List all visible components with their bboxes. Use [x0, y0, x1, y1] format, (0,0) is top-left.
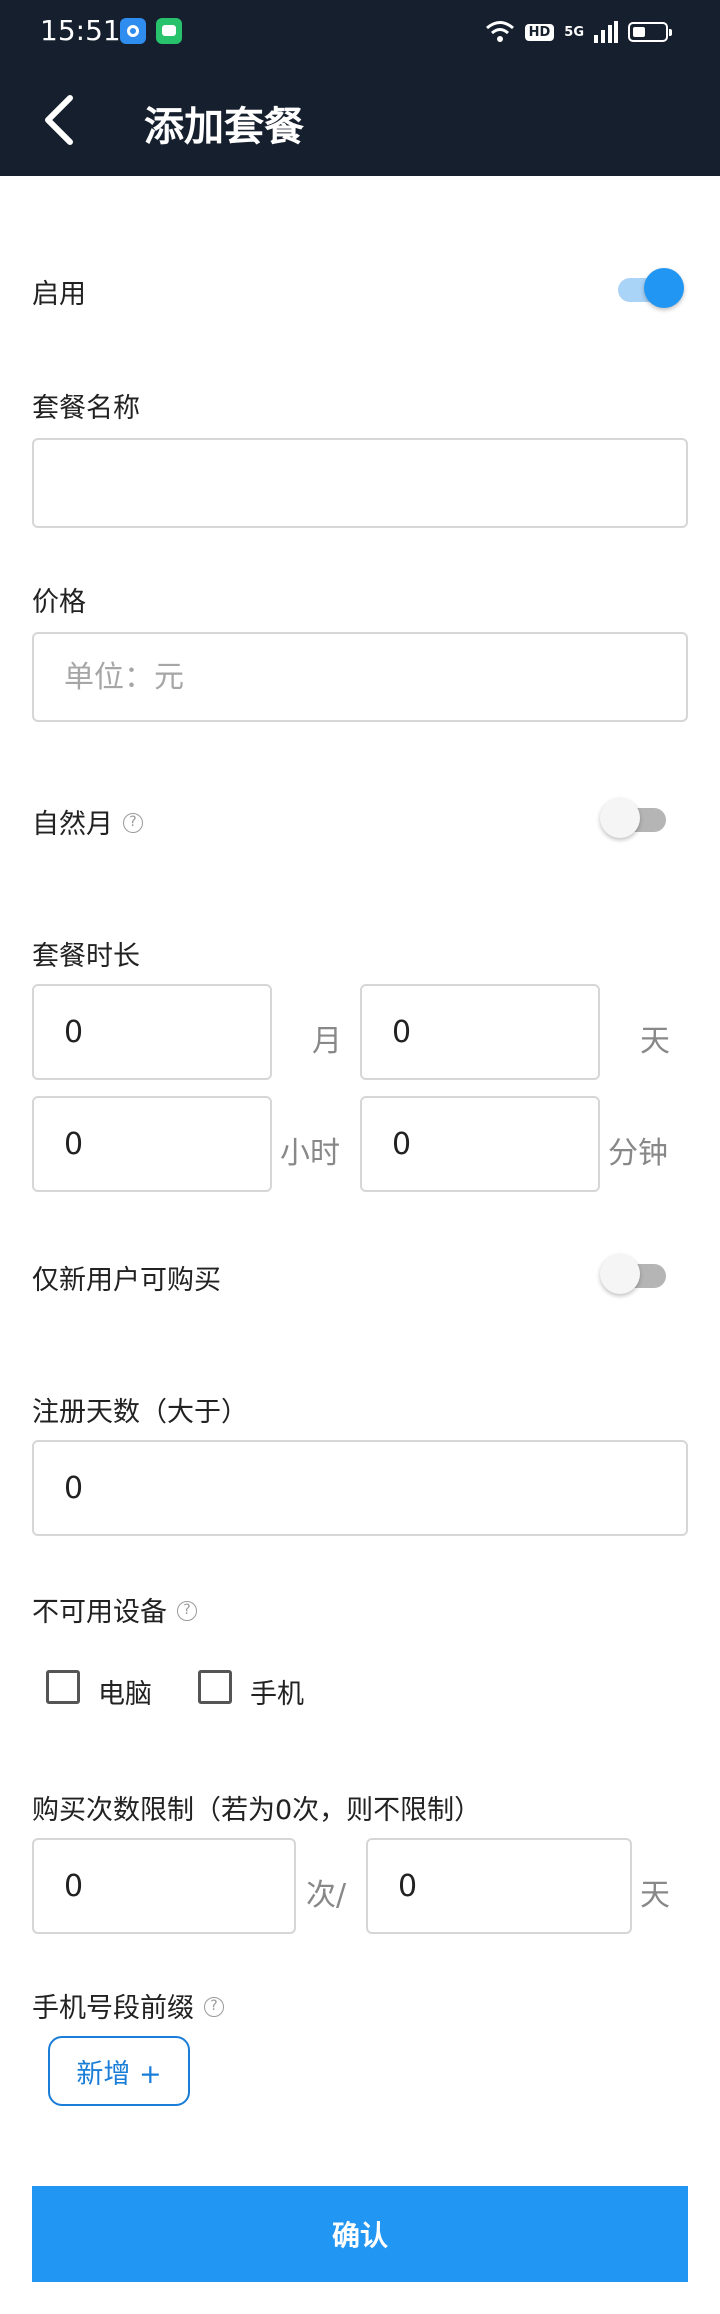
checkbox-phone-label: 手机 [250, 1679, 304, 1710]
checkbox-computer[interactable] [46, 1670, 80, 1704]
hd-badge: HD [524, 23, 555, 41]
page-title: 添加套餐 [144, 104, 304, 150]
natural-month-label: 自然月? [32, 802, 143, 841]
signal-icon [594, 21, 618, 43]
battery-icon [628, 22, 672, 42]
package-name-input[interactable] [32, 438, 688, 528]
price-input[interactable] [32, 632, 688, 722]
app-bar: 添加套餐 [0, 64, 720, 176]
natural-month-toggle[interactable] [600, 796, 670, 840]
duration-minute-input[interactable] [360, 1096, 600, 1192]
new-users-only-toggle[interactable] [600, 1252, 670, 1296]
minute-unit: 分钟 [608, 1136, 668, 1171]
enable-label: 启用 [32, 279, 86, 310]
back-arrow-icon[interactable] [36, 90, 96, 150]
wifi-icon [485, 21, 514, 42]
new-users-only-label: 仅新用户可购买 [32, 1265, 221, 1296]
register-days-input[interactable] [32, 1440, 688, 1536]
chat-app-icon [156, 18, 182, 44]
price-label: 价格 [32, 587, 86, 618]
confirm-button[interactable]: 确认 [32, 2186, 688, 2282]
enable-toggle-knob [644, 268, 684, 308]
notification-app-icon [120, 18, 146, 44]
status-indicators: HD 5G [485, 18, 672, 46]
duration-hour-input[interactable] [32, 1096, 272, 1192]
phone-prefix-label: 手机号段前缀? [32, 1986, 224, 2025]
duration-day-input[interactable] [360, 984, 600, 1080]
natural-month-label-text: 自然月 [32, 809, 113, 840]
new-users-only-toggle-knob [600, 1254, 640, 1294]
status-time: 15:51 [40, 14, 121, 47]
days-unit: 天 [640, 1878, 670, 1913]
purchase-days-input[interactable] [366, 1838, 632, 1934]
checkbox-phone[interactable] [198, 1670, 232, 1704]
checkbox-computer-label: 电脑 [98, 1679, 152, 1710]
day-unit: 天 [640, 1024, 670, 1059]
help-icon[interactable]: ? [177, 1600, 197, 1621]
status-bar: 15:51 HD 5G [0, 0, 720, 64]
purchase-limit-label: 购买次数限制（若为0次，则不限制） [32, 1795, 482, 1826]
duration-month-input[interactable] [32, 984, 272, 1080]
help-icon[interactable]: ? [123, 812, 143, 833]
month-unit: 月 [312, 1024, 342, 1059]
phone-prefix-label-text: 手机号段前缀 [32, 1993, 194, 2024]
purchase-count-input[interactable] [32, 1838, 296, 1934]
package-name-label: 套餐名称 [32, 393, 140, 424]
duration-label: 套餐时长 [32, 941, 140, 972]
help-icon[interactable]: ? [204, 1996, 224, 2017]
hour-unit: 小时 [280, 1136, 340, 1171]
register-days-label: 注册天数（大于） [32, 1397, 248, 1428]
natural-month-toggle-knob [600, 798, 640, 838]
count-unit: 次/ [306, 1878, 347, 1913]
add-prefix-button[interactable]: 新增 + [48, 2036, 190, 2106]
unavailable-devices-label-text: 不可用设备 [32, 1597, 167, 1628]
network-type: 5G [564, 24, 584, 40]
enable-toggle[interactable] [614, 266, 684, 310]
unavailable-devices-label: 不可用设备? [32, 1590, 197, 1629]
